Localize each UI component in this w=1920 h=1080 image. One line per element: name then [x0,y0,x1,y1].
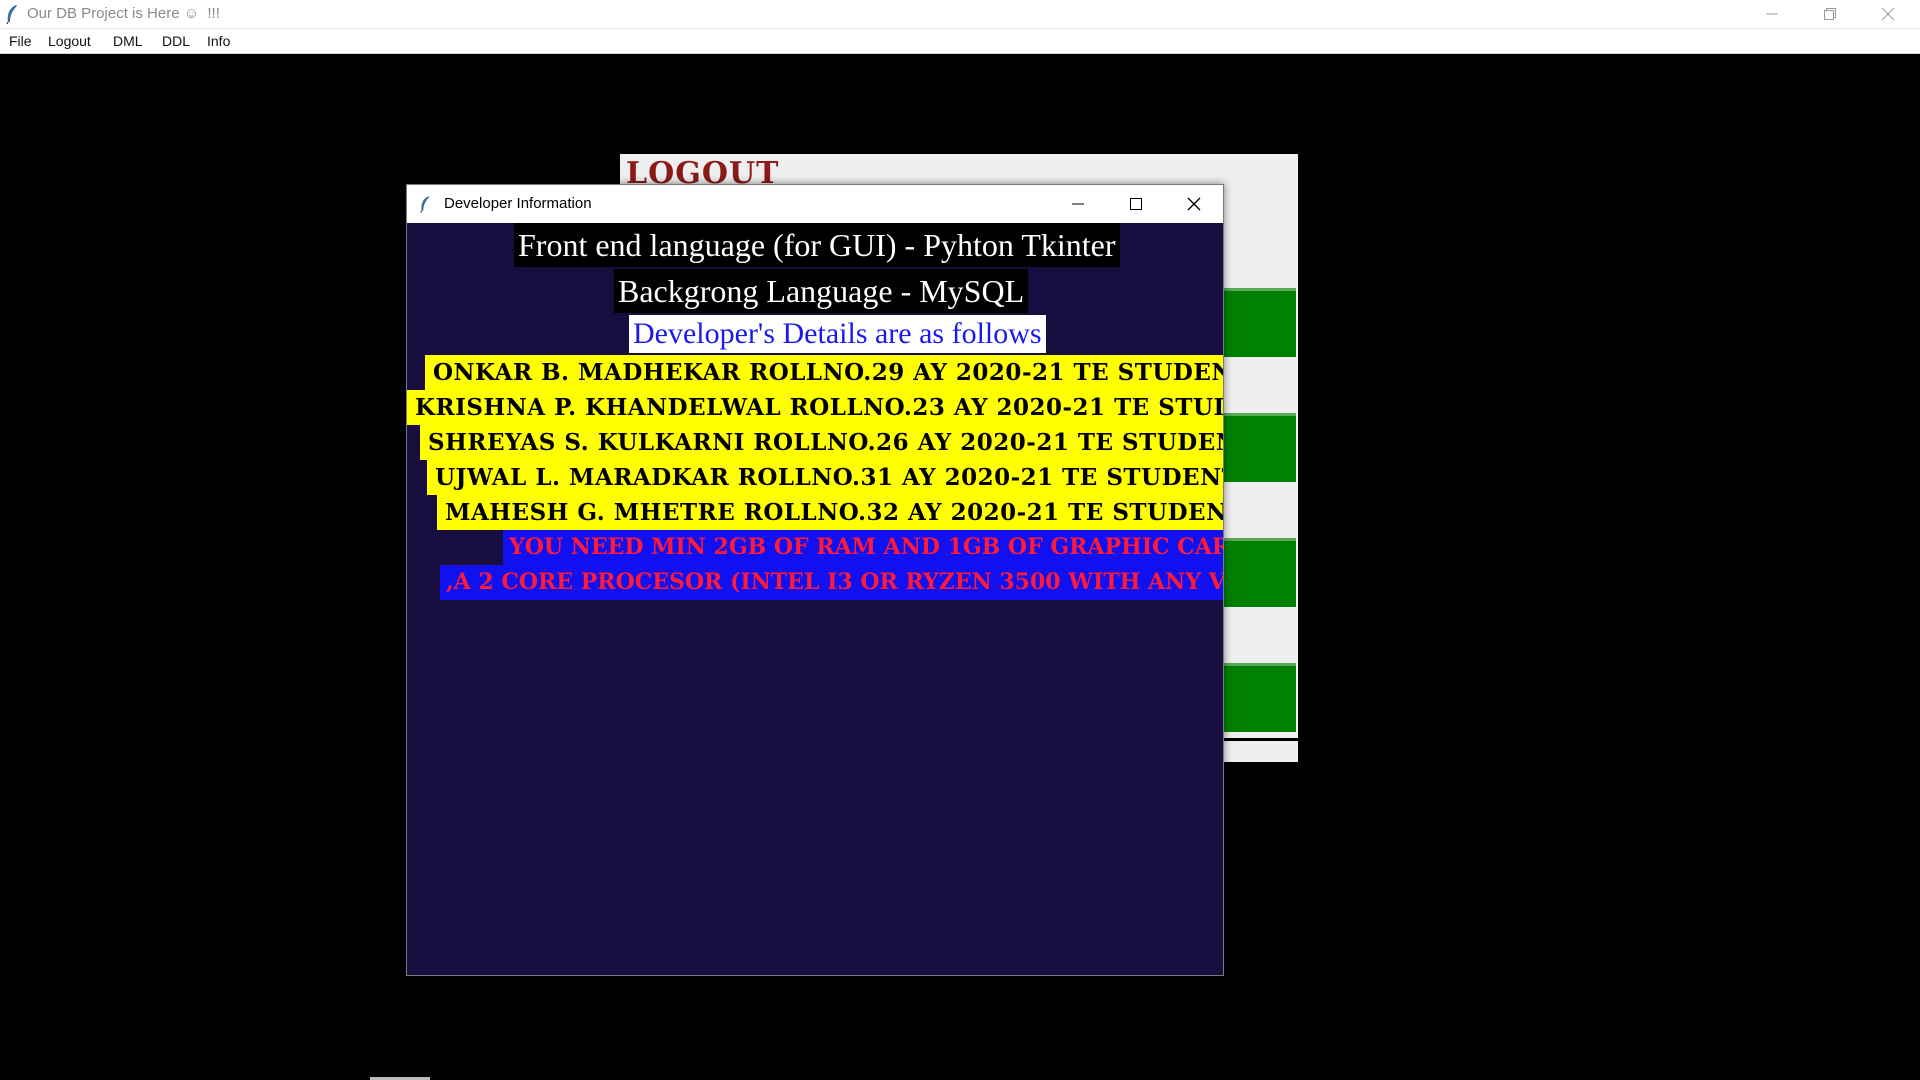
dialog-minimize-button[interactable] [1049,185,1107,223]
developer-info-dialog: Developer Information Front end language… [406,184,1224,976]
menu-bar: File Logout DML DDL Info [0,29,1920,54]
close-icon [1881,7,1895,21]
menu-info[interactable]: Info [207,33,230,49]
restore-button[interactable] [1801,0,1859,28]
dialog-maximize-button[interactable] [1107,185,1165,223]
back-end-label: Backgrong Language - MySQL [614,269,1029,313]
developer-row: SHREYAS S. KULKARNI ROLLNO.26 AY 2020-21… [420,425,1223,460]
menu-dml[interactable]: DML [113,33,143,49]
maximize-icon [1130,198,1142,210]
developer-row: UJWAL L. MARADKAR ROLLNO.31 AY 2020-21 T… [427,460,1223,495]
green-button-4[interactable] [1220,663,1296,732]
minimize-icon [1072,203,1084,205]
details-heading: Developer's Details are as follows [629,315,1046,353]
close-icon [1187,197,1201,211]
green-button-3[interactable] [1220,538,1296,607]
requirements-line-1: YOU NEED MIN 2GB OF RAM AND 1GB OF GRAPH… [503,530,1223,565]
panel-divider [1220,738,1298,741]
green-button-2[interactable] [1220,413,1296,482]
green-button-1[interactable] [1220,288,1296,357]
developer-row: MAHESH G. MHETRE ROLLNO.32 AY 2020-21 TE… [437,495,1223,530]
tk-feather-icon [420,196,430,213]
front-end-label: Front end language (for GUI) - Pyhton Tk… [514,223,1120,267]
menu-logout[interactable]: Logout [48,33,91,49]
menu-file[interactable]: File [9,33,32,49]
main-window-title: Our DB Project is Here ☺ !!! [27,5,220,22]
dialog-title: Developer Information [444,195,592,212]
minimize-icon [1766,13,1778,15]
dialog-titlebar: Developer Information [407,185,1223,223]
tk-feather-icon [6,5,17,24]
minimize-button[interactable] [1743,0,1801,28]
developer-row: KRISHNA P. KHANDELWAL ROLLNO.23 AY 2020-… [407,390,1223,425]
dialog-content: Front end language (for GUI) - Pyhton Tk… [407,223,1223,975]
dialog-close-button[interactable] [1165,185,1223,223]
main-titlebar: Our DB Project is Here ☺ !!! [0,0,1920,29]
developer-row: ONKAR B. MADHEKAR ROLLNO.29 AY 2020-21 T… [425,355,1223,390]
close-button[interactable] [1859,0,1917,28]
requirements-line-2: ,A 2 CORE PROCESOR (INTEL I3 OR RYZEN 35… [440,565,1223,600]
restore-icon [1824,8,1836,20]
menu-ddl[interactable]: DDL [162,33,190,49]
